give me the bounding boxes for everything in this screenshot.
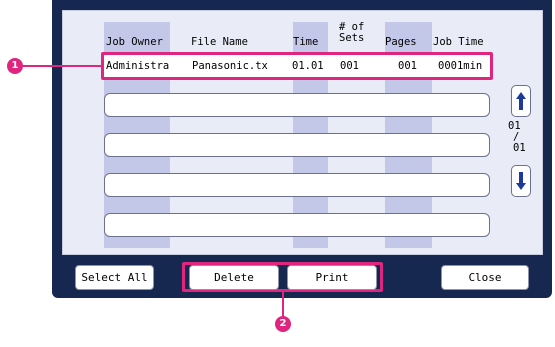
delete-button[interactable]: Delete [189,265,279,290]
print-button[interactable]: Print [287,265,377,290]
cell-job-time: 0001min [438,60,483,72]
arrow-up-icon [516,92,526,110]
callout-leader-2 [282,292,284,316]
header-file-name: File Name [191,36,248,48]
cell-job-owner: Administra [106,60,170,72]
table-row-empty[interactable] [104,173,490,197]
header-job-time: Job Time [433,36,484,48]
header-time: Time [293,36,319,48]
table-row-empty[interactable] [104,213,490,237]
cell-pages: 001 [398,60,417,72]
callout-marker-1: 1 [7,58,23,74]
header-sets-line2: Sets [339,32,365,44]
callout-leader-1 [23,65,101,67]
header-pages: Pages [385,36,417,48]
cell-file-name: Panasonic.tx [192,60,268,72]
scroll-down-button[interactable] [511,165,531,197]
cell-sets: 001 [340,60,359,72]
cell-time: 01.01 [292,60,324,72]
page-total: 01 [513,142,526,154]
arrow-down-icon [516,172,526,190]
close-button[interactable]: Close [441,265,529,290]
select-all-button[interactable]: Select All [75,265,154,290]
scroll-up-button[interactable] [511,85,531,117]
table-row-empty[interactable] [104,133,490,157]
callout-marker-2: 2 [275,316,291,332]
table-row-empty[interactable] [104,93,490,117]
header-job-owner: Job Owner [106,36,163,48]
